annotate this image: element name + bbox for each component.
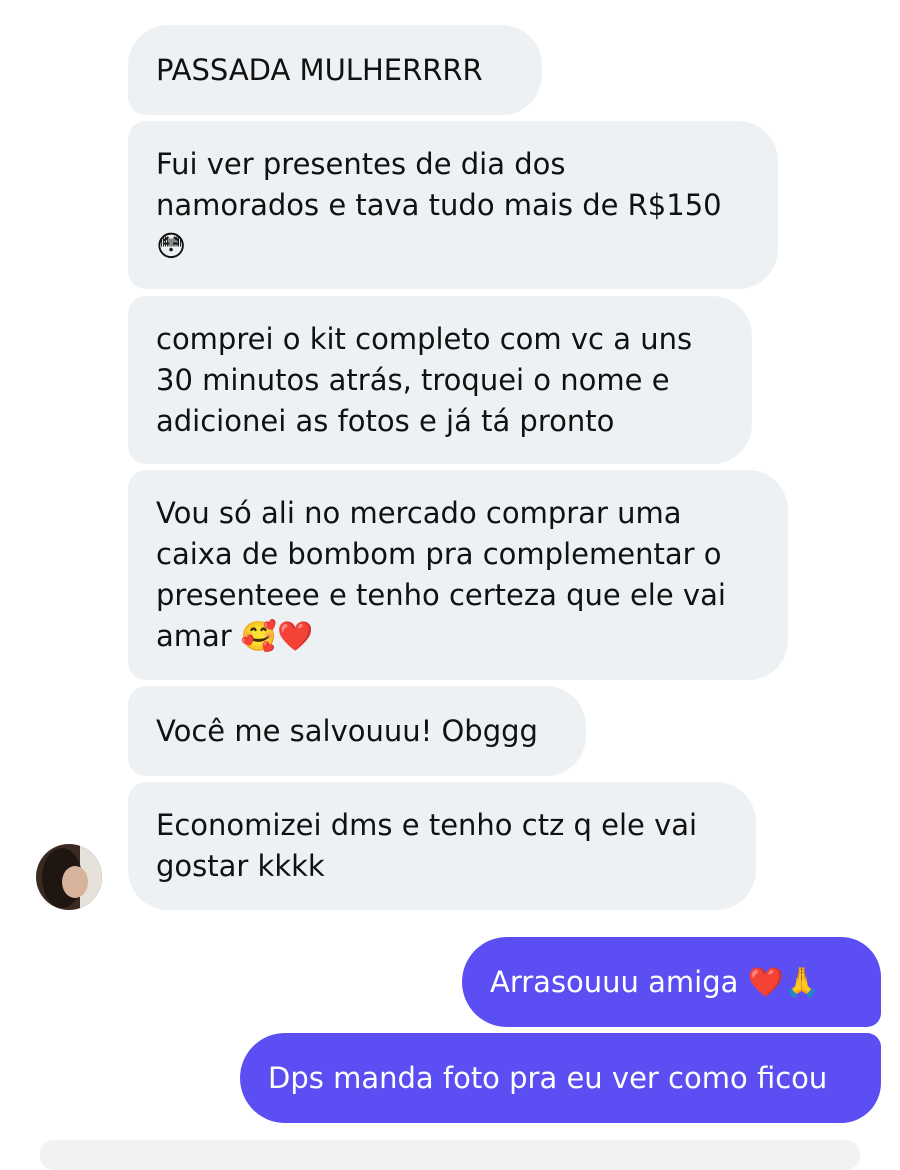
message-bubble-incoming[interactable]: PASSADA MULHERRRR	[128, 25, 542, 115]
message-bubble-outgoing[interactable]: Dps manda foto pra eu ver como ficou	[240, 1033, 881, 1123]
message-text: Você me salvouuu! Obggg	[156, 713, 538, 748]
message-bubble-incoming[interactable]: comprei o kit completo com vc a uns 30 m…	[128, 296, 752, 464]
message-text: Dps manda foto pra eu ver como ficou	[268, 1060, 828, 1095]
contact-avatar[interactable]	[36, 844, 102, 910]
composer-area[interactable]	[40, 1140, 860, 1170]
message-bubble-incoming[interactable]: Você me salvouuu! Obggg	[128, 686, 586, 776]
message-text: PASSADA MULHERRRR	[156, 52, 483, 87]
message-text: comprei o kit completo com vc a uns 30 m…	[156, 321, 693, 438]
message-bubble-incoming[interactable]: Fui ver presentes de dia dos namorados e…	[128, 121, 778, 289]
message-text: Vou só ali no mercado comprar uma caixa …	[156, 496, 726, 653]
message-bubble-incoming[interactable]: Economizei dms e tenho ctz q ele vai gos…	[128, 782, 756, 910]
message-text: Economizei dms e tenho ctz q ele vai gos…	[156, 808, 698, 883]
message-bubble-outgoing[interactable]: Arrasouuu amiga ❤️🙏	[462, 937, 881, 1027]
message-bubble-incoming[interactable]: Vou só ali no mercado comprar uma caixa …	[128, 470, 788, 680]
message-text: Arrasouuu amiga ❤️🙏	[490, 964, 820, 999]
message-text: Fui ver presentes de dia dos namorados e…	[156, 146, 722, 263]
avatar-face	[62, 866, 88, 898]
chat-thread: PASSADA MULHERRRR Fui ver presentes de d…	[0, 0, 900, 1170]
